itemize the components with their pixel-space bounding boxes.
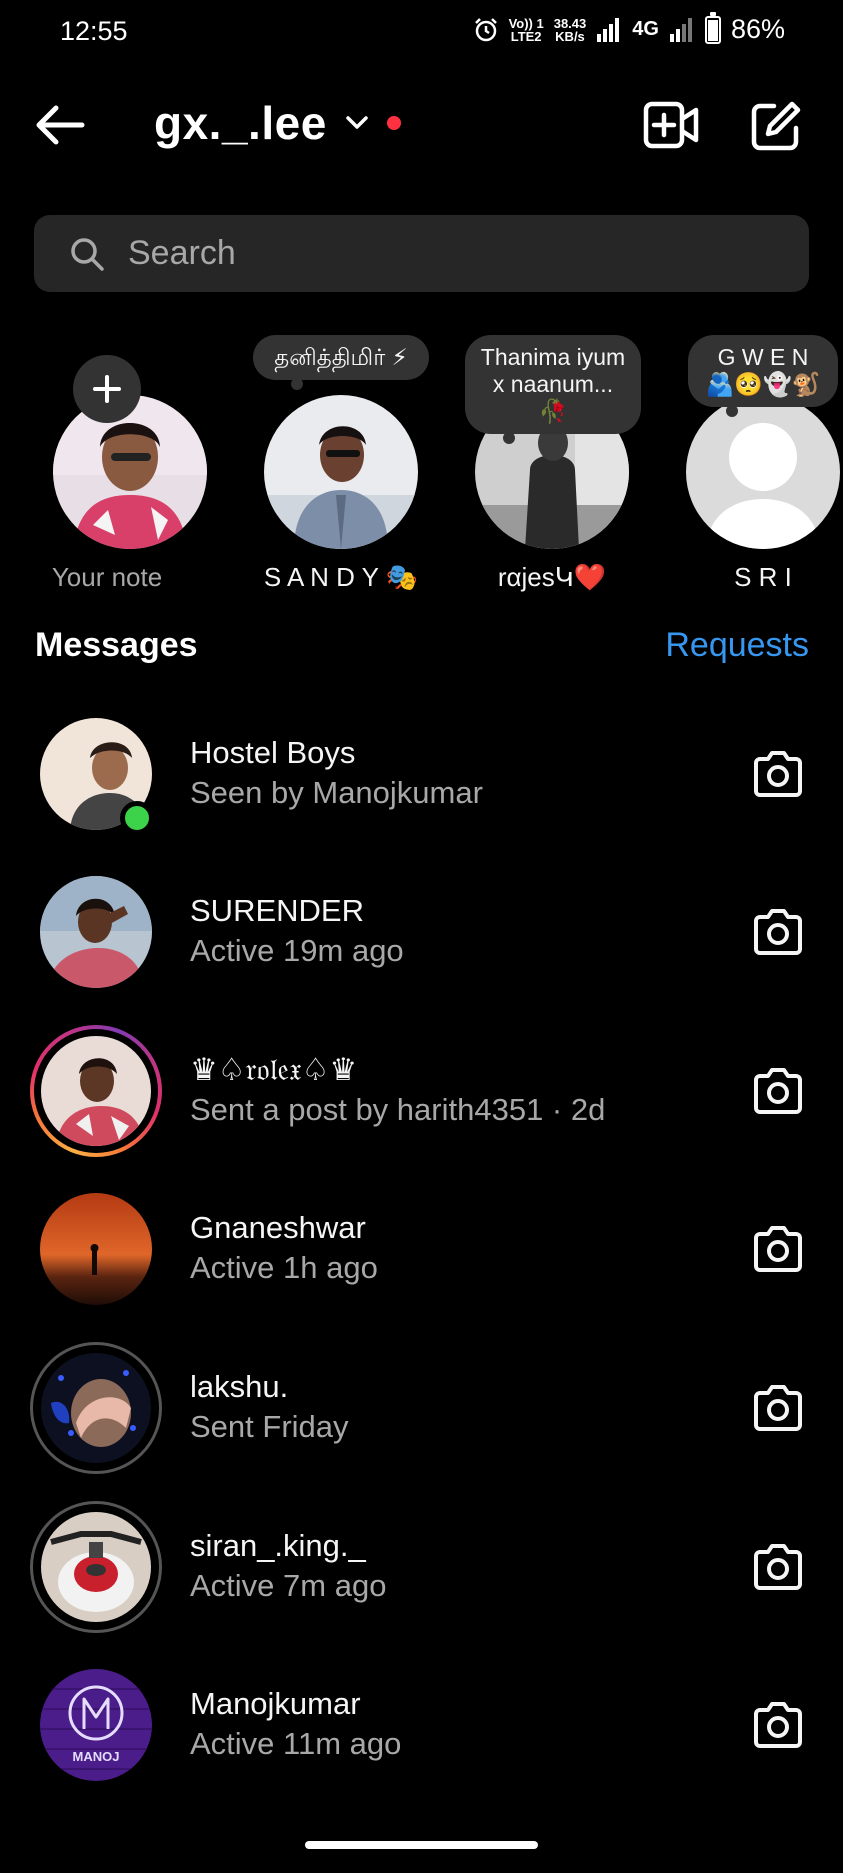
camera-icon[interactable] — [750, 749, 806, 799]
back-arrow-icon[interactable] — [32, 100, 88, 150]
chevron-down-icon — [346, 116, 368, 129]
volte-indicator: Vo)) 1 LTE2 — [508, 15, 544, 44]
note-item-sandy[interactable]: தனித்திமிர் ⚡ S A N D Y 🎭 — [241, 330, 441, 600]
note-item-sri[interactable]: G W E N 🫂🥺👻🐒 S R I — [663, 330, 843, 600]
signal-icon — [597, 17, 620, 42]
thread-row[interactable]: ♛♤𝔯𝔬𝔩𝔢𝔵♤♛ Sent a post by harith4351 · 2d — [0, 1025, 843, 1157]
account-name: gx._.lee — [154, 97, 327, 149]
camera-icon[interactable] — [750, 907, 806, 957]
thread-name: Gnaneshwar — [190, 1210, 366, 1245]
note-label: Your note — [51, 562, 163, 592]
note-label: rαjesԿ❤️ — [497, 562, 607, 592]
messages-header: Messages Requests — [35, 626, 809, 670]
avatar[interactable]: MANOJ — [40, 1669, 152, 1781]
messages-title: Messages — [35, 626, 198, 664]
thread-name: SURENDER — [190, 893, 364, 928]
camera-icon[interactable] — [750, 1700, 806, 1750]
camera-icon[interactable] — [750, 1542, 806, 1592]
camera-icon[interactable] — [750, 1066, 806, 1116]
note-label: S A N D Y 🎭 — [263, 562, 419, 592]
svg-text:MANOJ: MANOJ — [73, 1749, 120, 1764]
avatar[interactable] — [40, 876, 152, 988]
camera-icon[interactable] — [750, 1383, 806, 1433]
avatar[interactable] — [53, 395, 207, 549]
notes-row: Your note தனித்திமிர் ⚡ S A N D Y 🎭 Than… — [0, 330, 843, 600]
avatar[interactable] — [41, 1353, 151, 1463]
note-label: S R I — [734, 562, 792, 592]
battery-icon — [704, 11, 721, 44]
search-input[interactable] — [128, 234, 728, 273]
search-bar[interactable] — [34, 215, 809, 292]
avatar[interactable] — [264, 395, 418, 549]
thread-subtitle: Active 19m ago — [190, 933, 404, 968]
thread-name: siran_.king._ — [190, 1528, 366, 1563]
thread-name: Manojkumar — [190, 1686, 361, 1721]
thread-subtitle: Seen by Manojkumar — [190, 775, 483, 810]
avatar[interactable] — [41, 1512, 151, 1622]
camera-icon[interactable] — [750, 1224, 806, 1274]
thread-row[interactable]: MANOJ Manojkumar Active 11m ago — [0, 1660, 843, 1790]
compose-icon[interactable] — [748, 98, 804, 154]
thread-name: ♛♤𝔯𝔬𝔩𝔢𝔵♤♛ — [190, 1052, 358, 1087]
thread-name: Hostel Boys — [190, 735, 356, 770]
home-indicator[interactable] — [305, 1841, 538, 1849]
account-switcher[interactable]: gx._.lee — [154, 96, 401, 150]
status-time: 12:55 — [60, 16, 128, 46]
thread-subtitle: Sent a post by harith4351 · 2d — [190, 1092, 606, 1127]
alarm-icon — [474, 17, 497, 41]
thread-row[interactable]: lakshu. Sent Friday — [0, 1342, 843, 1474]
thread-name: lakshu. — [190, 1369, 289, 1404]
note-bubble: G W E N 🫂🥺👻🐒 — [688, 335, 838, 417]
network-speed: 38.43 KB/s — [553, 15, 587, 44]
plus-icon[interactable] — [73, 355, 141, 423]
avatar[interactable] — [686, 395, 840, 549]
header: gx._.lee — [0, 80, 843, 170]
note-bubble: Thanima iyum x naanum...🥀 — [465, 335, 641, 444]
thread-row[interactable]: SURENDER Active 19m ago — [0, 867, 843, 997]
thread-subtitle: Active 11m ago — [190, 1726, 402, 1761]
online-status-dot — [120, 801, 154, 835]
video-plus-icon[interactable] — [642, 98, 700, 152]
thread-row[interactable]: siran_.king._ Active 7m ago — [0, 1501, 843, 1633]
network-type: 4G — [632, 18, 659, 40]
battery-percent: 86% — [730, 14, 785, 44]
thread-subtitle: Sent Friday — [190, 1409, 349, 1444]
status-bar: 12:55 Vo)) 1 LTE2 38.43 KB/s 4G 86% — [0, 0, 843, 64]
thread-row[interactable]: Hostel Boys Seen by Manojkumar — [0, 709, 843, 839]
thread-subtitle: Active 7m ago — [190, 1568, 387, 1603]
note-bubble: தனித்திமிர் ⚡ — [253, 335, 429, 390]
thread-row[interactable]: Gnaneshwar Active 1h ago — [0, 1184, 843, 1314]
search-icon — [71, 237, 104, 271]
requests-link[interactable]: Requests — [665, 626, 809, 665]
signal-icon — [669, 17, 692, 42]
avatar[interactable] — [41, 1036, 151, 1146]
thread-subtitle: Active 1h ago — [190, 1250, 378, 1285]
notification-dot — [386, 116, 401, 130]
note-item-rajesh[interactable]: Thanima iyum x naanum...🥀 rαjesԿ❤️ — [452, 330, 652, 600]
note-item-your-note[interactable]: Your note — [30, 330, 230, 600]
avatar[interactable] — [40, 1193, 152, 1305]
status-icons: Vo)) 1 LTE2 38.43 KB/s 4G 86% — [473, 11, 785, 45]
